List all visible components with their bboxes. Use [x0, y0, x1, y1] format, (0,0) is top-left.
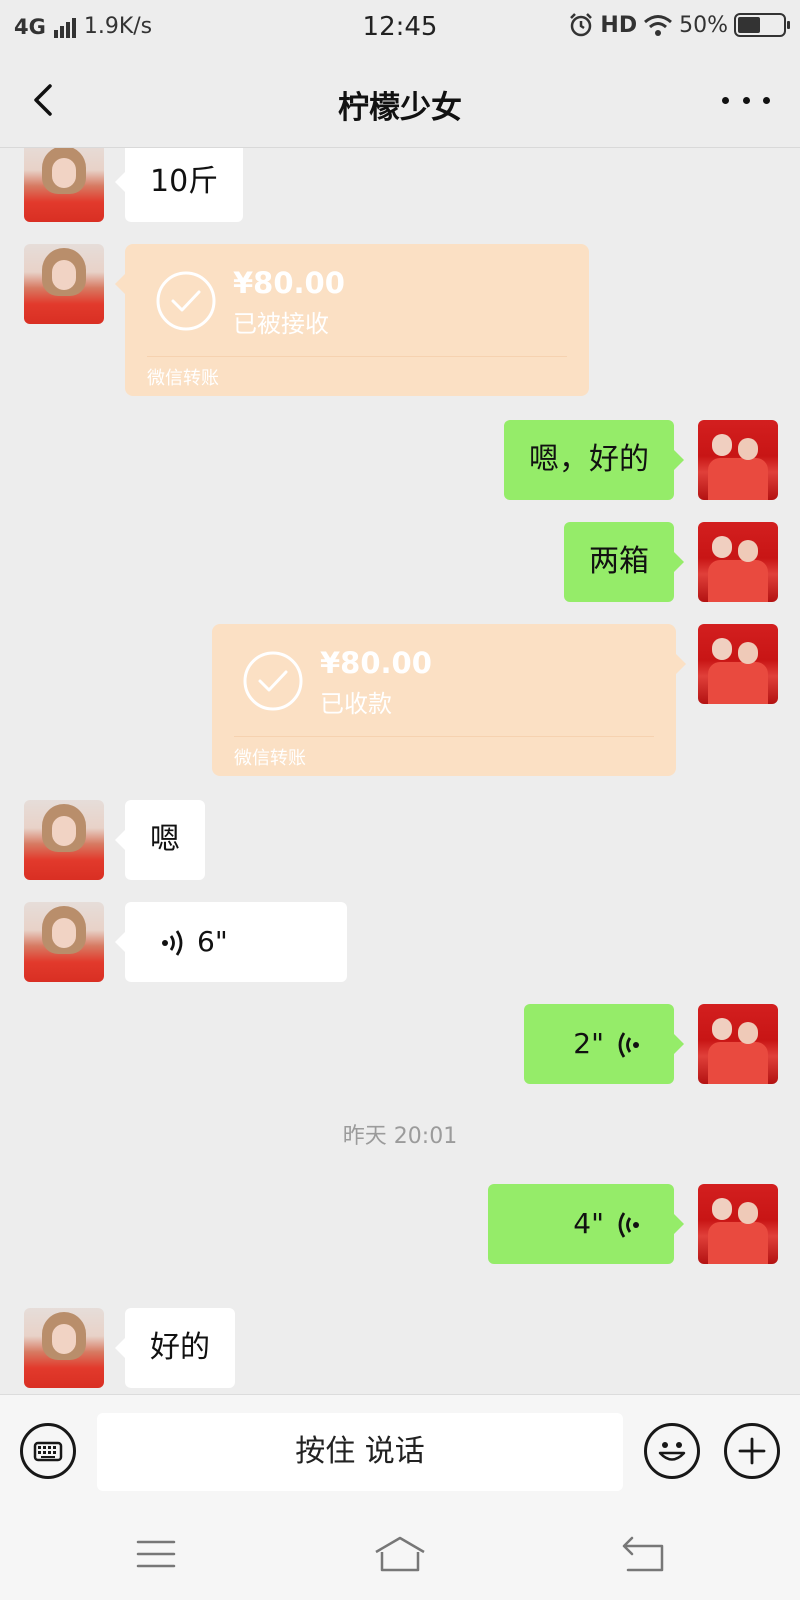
contact-avatar[interactable] [24, 902, 104, 982]
voice-message-outgoing[interactable]: 4" [488, 1184, 684, 1264]
my-avatar[interactable] [698, 420, 778, 500]
transfer-card-outgoing[interactable]: ¥80.00 已收款 微信转账 [212, 624, 686, 776]
voice-wave-icon [618, 1211, 639, 1238]
transfer-divider [234, 736, 654, 737]
chat-area[interactable]: 10斤 ¥80.00 已被接收 微信转账 嗯，好的 两箱 ¥80.00 已收款 … [0, 148, 800, 1394]
my-avatar[interactable] [698, 522, 778, 602]
home-icon[interactable] [370, 1530, 430, 1578]
message-bubble-outgoing[interactable]: 嗯，好的 [504, 420, 684, 500]
nav-bar: 柠檬少女 [0, 56, 800, 148]
transfer-divider [147, 356, 567, 357]
transfer-brand: 微信转账 [234, 748, 306, 769]
battery-icon [734, 13, 790, 37]
battery-percent: 50% [679, 12, 728, 38]
status-bar: 4G 1.9K/s 12:45 HD 50% [0, 0, 800, 56]
voice-duration: 4" [573, 1207, 604, 1240]
emoji-icon[interactable] [644, 1423, 700, 1479]
transfer-status: 已收款 [320, 690, 392, 718]
menu-icon[interactable] [126, 1530, 186, 1578]
my-avatar[interactable] [698, 1004, 778, 1084]
voice-message-outgoing[interactable]: 2" [524, 1004, 684, 1084]
message-bubble-incoming[interactable]: 嗯 [115, 800, 205, 880]
input-bar: 按住 说话 [0, 1394, 800, 1504]
back-icon[interactable] [614, 1530, 674, 1578]
check-circle-icon [156, 271, 216, 331]
plus-icon[interactable] [724, 1423, 780, 1479]
transfer-card-incoming[interactable]: ¥80.00 已被接收 微信转账 [115, 244, 589, 396]
my-avatar[interactable] [698, 624, 778, 704]
transfer-amount: ¥80.00 [320, 646, 432, 680]
contact-avatar[interactable] [24, 148, 104, 222]
message-bubble-outgoing[interactable]: 两箱 [564, 522, 684, 602]
more-icon[interactable] [722, 82, 770, 118]
transfer-brand: 微信转账 [147, 368, 219, 389]
voice-duration: 2" [573, 1027, 604, 1060]
status-right: HD 50% [568, 12, 790, 38]
alarm-icon [570, 13, 593, 37]
timestamp: 昨天 20:01 [342, 1124, 458, 1149]
my-avatar[interactable] [698, 1184, 778, 1264]
voice-wave-icon [618, 1031, 639, 1058]
voice-wave-icon [162, 929, 183, 956]
voice-message-incoming[interactable]: 6" [115, 902, 347, 982]
voice-duration: 6" [197, 925, 228, 958]
message-bubble-incoming[interactable]: 好的 [115, 1308, 235, 1388]
contact-avatar[interactable] [24, 244, 104, 324]
battery-fill [738, 17, 760, 33]
keyboard-icon[interactable] [20, 1423, 76, 1479]
transfer-status: 已被接收 [233, 310, 329, 338]
chat-title: 柠檬少女 [338, 90, 462, 126]
hold-to-talk-button[interactable]: 按住 说话 [97, 1413, 623, 1491]
hd-badge: HD [600, 12, 638, 38]
contact-avatar[interactable] [24, 1308, 104, 1388]
message-bubble-incoming[interactable]: 10斤 [114, 148, 244, 222]
wifi-icon [644, 15, 673, 36]
contact-avatar[interactable] [24, 800, 104, 880]
system-nav-bar [0, 1504, 800, 1600]
transfer-amount: ¥80.00 [233, 266, 345, 300]
check-circle-icon [243, 651, 303, 711]
